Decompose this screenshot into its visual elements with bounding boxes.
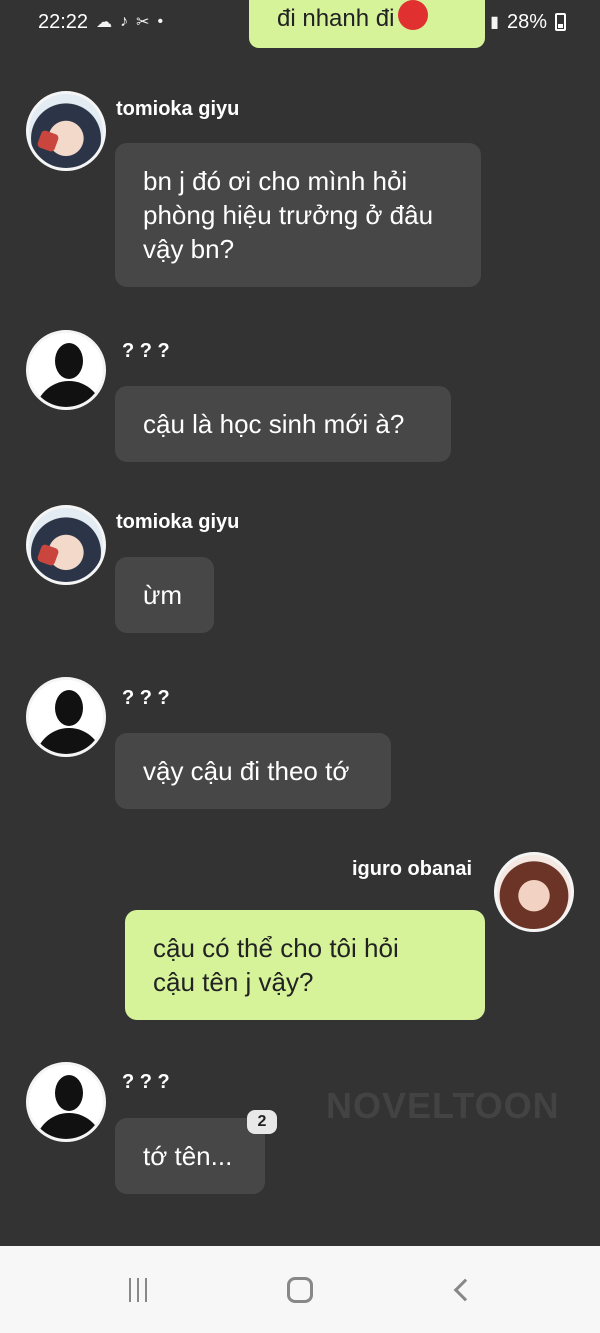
silhouette-body bbox=[35, 728, 103, 754]
avatar-iguro-obanai[interactable] bbox=[494, 852, 574, 932]
message-bubble-own: cậu có thể cho tôi hỏi cậu tên j vậy? bbox=[125, 910, 485, 1020]
status-time: 22:22 bbox=[38, 10, 89, 33]
message-bubble: bn j đó ơi cho mình hỏi phòng hiệu trưởn… bbox=[115, 143, 481, 287]
message-line: cậu tên j vậy? bbox=[153, 967, 314, 997]
message-text: tớ tên... bbox=[143, 1141, 233, 1171]
avatar-unknown[interactable] bbox=[26, 677, 106, 757]
message-line: cậu có thể cho tôi hỏi bbox=[153, 933, 399, 963]
back-icon bbox=[453, 1278, 477, 1301]
avatar-unknown[interactable] bbox=[26, 330, 106, 410]
message-line: phòng hiệu trưởng ở đâu bbox=[143, 200, 434, 230]
message-bubble: ừm bbox=[115, 557, 214, 633]
silhouette-head bbox=[55, 1075, 83, 1111]
recent-apps-button[interactable] bbox=[118, 1270, 158, 1310]
message-line: vậy bn? bbox=[143, 234, 235, 264]
watermark-logo: NOVELTOON bbox=[326, 1085, 560, 1126]
avatar-tomioka-giyu[interactable] bbox=[26, 505, 106, 585]
home-icon bbox=[287, 1276, 313, 1303]
angry-emoji-icon bbox=[398, 0, 429, 30]
sender-name: ? ? ? bbox=[122, 1071, 170, 1093]
signal-icon: ▮ bbox=[490, 14, 499, 31]
silhouette-head bbox=[55, 690, 83, 726]
silhouette-head bbox=[55, 343, 83, 379]
dot-icon: • bbox=[157, 13, 164, 30]
message-text: ừm bbox=[143, 580, 183, 610]
back-button[interactable] bbox=[442, 1270, 482, 1310]
sender-name: iguro obanai bbox=[352, 858, 472, 880]
home-button[interactable] bbox=[280, 1270, 320, 1310]
message-bubble-top: đi nhanh đi bbox=[249, 0, 485, 48]
message-bubble: cậu là học sinh mới à? bbox=[115, 386, 451, 462]
avatar-tomioka-giyu[interactable] bbox=[26, 91, 106, 171]
battery-level: 28% bbox=[506, 10, 547, 33]
sender-name: ? ? ? bbox=[122, 340, 170, 362]
silhouette-body bbox=[35, 1113, 103, 1139]
status-left: 22:22 ☁ ♪ ✂ • bbox=[38, 11, 163, 34]
message-line: bn j đó ơi cho mình hỏi bbox=[143, 166, 408, 196]
message-text: vậy cậu đi theo tớ bbox=[143, 756, 350, 786]
battery-icon bbox=[555, 13, 566, 31]
sender-name: ? ? ? bbox=[122, 687, 170, 709]
sender-name: tomioka giyu bbox=[116, 98, 240, 120]
message-bubble: tớ tên... bbox=[115, 1118, 265, 1194]
sender-name: tomioka giyu bbox=[116, 511, 240, 533]
tiktok-icon: ♪ bbox=[120, 13, 129, 30]
silhouette-body bbox=[35, 381, 103, 407]
cloud-icon: ☁ bbox=[96, 14, 113, 31]
avatar-unknown[interactable] bbox=[26, 1062, 106, 1142]
message-text: đi nhanh đi bbox=[277, 5, 395, 32]
message-bubble: vậy cậu đi theo tớ bbox=[115, 733, 391, 809]
count-badge: 2 bbox=[247, 1110, 277, 1134]
capcut-icon: ✂ bbox=[136, 14, 150, 31]
navigation-bar bbox=[0, 1246, 600, 1333]
message-text: cậu là học sinh mới à? bbox=[143, 409, 405, 439]
recent-apps-icon bbox=[129, 1277, 147, 1302]
